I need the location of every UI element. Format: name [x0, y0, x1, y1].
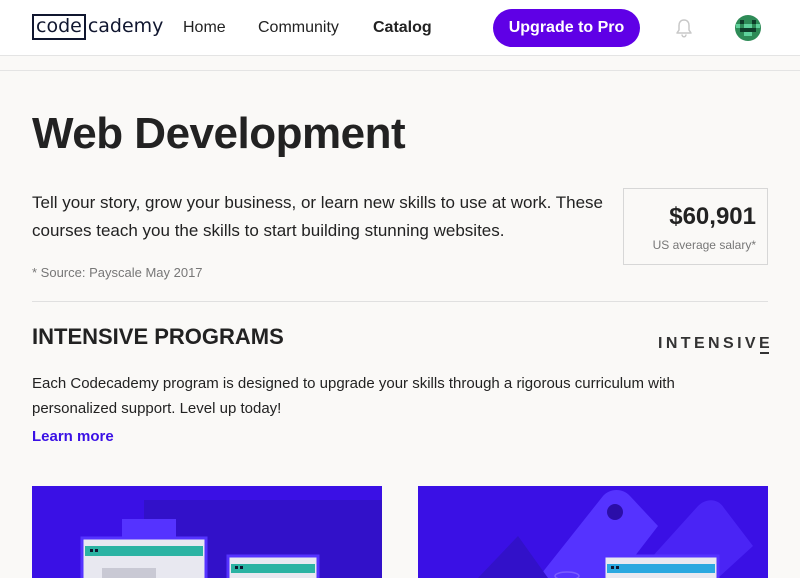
intensive-brand-underline — [760, 352, 769, 354]
salary-box: $60,901 US average salary* — [623, 188, 768, 265]
page-description: Tell your story, grow your business, or … — [32, 193, 603, 240]
user-avatar[interactable] — [735, 15, 761, 41]
upgrade-to-pro-button[interactable]: Upgrade to Pro — [493, 9, 640, 47]
nav-community-link[interactable]: Community — [258, 18, 339, 38]
program-card[interactable] — [418, 486, 768, 578]
program-card[interactable] — [32, 486, 382, 578]
source-note: * Source: Payscale May 2017 — [32, 265, 203, 280]
top-navbar: code cademy Home Community Catalog Upgra… — [0, 0, 800, 56]
codecademy-logo[interactable]: code cademy — [32, 14, 163, 40]
salary-label: US average salary* — [652, 238, 756, 252]
nav-catalog-link[interactable]: Catalog — [373, 18, 432, 38]
page-title: Web Development — [32, 109, 406, 158]
intensive-programs-heading: INTENSIVE PROGRAMS — [32, 324, 284, 349]
bell-icon[interactable] — [673, 17, 695, 39]
intensive-description: Each Codecademy program is designed to u… — [32, 375, 675, 417]
learn-more-link[interactable]: Learn more — [32, 427, 114, 447]
program-card-illustration — [32, 486, 382, 578]
logo-code-box: code — [32, 14, 86, 40]
secondary-bar — [0, 56, 800, 71]
logo-cademy-text: cademy — [87, 15, 164, 37]
salary-value: $60,901 — [669, 203, 756, 230]
intensive-brand-logo: INTENSIVE — [658, 335, 774, 352]
nav-home-link[interactable]: Home — [183, 18, 226, 38]
program-card-illustration — [418, 486, 768, 578]
section-divider — [32, 301, 768, 302]
